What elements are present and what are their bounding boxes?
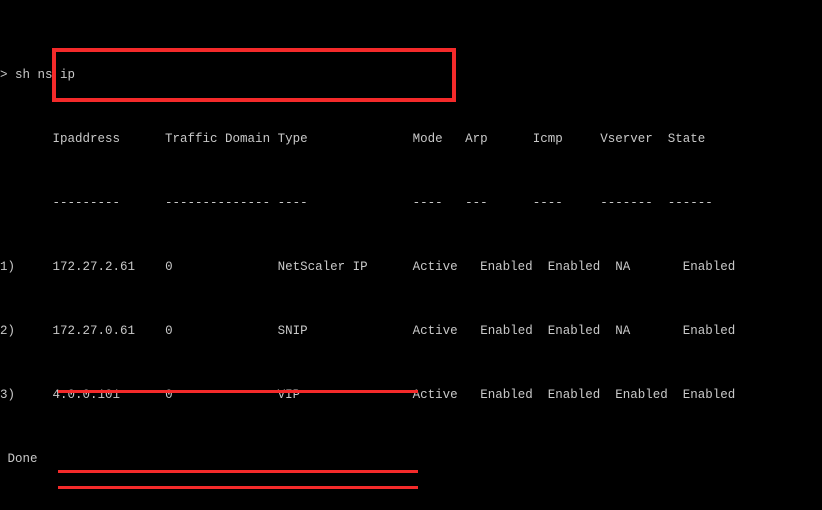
pad: [533, 260, 548, 274]
header-state: State: [667, 132, 706, 146]
pad: [533, 388, 548, 402]
rule-traffic-domain: --------------: [165, 196, 271, 210]
pad: [668, 388, 683, 402]
annotation-box-ns-ip-rows: [52, 48, 456, 102]
annotation-underline-route-7: [58, 486, 418, 489]
cell-ipaddress: 172.27.0.61: [52, 324, 136, 338]
terminal-window: > sh ns ip Ipaddress Traffic Domain Type…: [0, 0, 822, 510]
cell-arp: Enabled: [480, 388, 533, 402]
cell-arp: Enabled: [480, 324, 533, 338]
pad: [0, 452, 8, 466]
cell-state: Enabled: [682, 260, 736, 274]
pad: [443, 132, 466, 146]
ns-ip-header-row: Ipaddress Traffic Domain Type Mode Arp I…: [0, 131, 822, 147]
pad: [563, 196, 601, 210]
cell-arp: Enabled: [480, 260, 533, 274]
status-done: Done: [0, 451, 822, 467]
cell-icmp: Enabled: [547, 388, 601, 402]
cell-traffic-domain: 0: [165, 260, 173, 274]
pad: [443, 196, 466, 210]
pad: [135, 260, 165, 274]
pad: [270, 132, 278, 146]
pad: [653, 196, 668, 210]
header-mode: Mode: [412, 132, 443, 146]
cell-type: SNIP: [277, 324, 308, 338]
row-index: 2): [0, 324, 16, 338]
header-icmp: Icmp: [532, 132, 563, 146]
pad: [308, 324, 413, 338]
header-ipaddress: Ipaddress: [52, 132, 121, 146]
pad: [600, 324, 615, 338]
pad: [135, 324, 165, 338]
ns-ip-rule-row: --------- -------------- ---- ---- --- -…: [0, 195, 822, 211]
table-row: 2) 172.27.0.61 0 SNIP Active Enabled Ena…: [0, 323, 822, 339]
annotation-underline-route-1: [58, 390, 418, 393]
pad: [308, 196, 413, 210]
rule-state: ------: [667, 196, 713, 210]
cell-traffic-domain: 0: [165, 324, 173, 338]
cell-icmp: Enabled: [547, 260, 601, 274]
header-vserver: Vserver: [600, 132, 653, 146]
header-arp: Arp: [465, 132, 488, 146]
pad: [308, 132, 413, 146]
annotation-underline-route-6: [58, 470, 418, 473]
header-type: Type: [277, 132, 308, 146]
cell-icmp: Enabled: [547, 324, 601, 338]
row-index: 1): [0, 260, 16, 274]
pad: [15, 260, 53, 274]
pad: [630, 324, 683, 338]
row-index: 3): [0, 388, 16, 402]
cell-vserver: NA: [615, 260, 631, 274]
header-traffic-domain: Traffic Domain: [165, 132, 271, 146]
pad: [563, 132, 601, 146]
rule-type: ----: [277, 196, 308, 210]
table-row: 1) 172.27.2.61 0 NetScaler IP Active Ena…: [0, 259, 822, 275]
cell-state: Enabled: [682, 388, 736, 402]
pad: [653, 132, 668, 146]
rule-arp: ---: [465, 196, 488, 210]
pad: [600, 260, 615, 274]
pad: [173, 324, 278, 338]
pad: [173, 260, 278, 274]
pad: [630, 260, 683, 274]
rule-vserver: -------: [600, 196, 653, 210]
pad: [458, 388, 481, 402]
cell-vserver: Enabled: [615, 388, 668, 402]
cell-ipaddress: 172.27.2.61: [52, 260, 136, 274]
pad: [0, 132, 53, 146]
pad: [488, 196, 533, 210]
pad: [15, 324, 53, 338]
pad: [270, 196, 278, 210]
pad: [120, 196, 165, 210]
pad: [600, 388, 615, 402]
done-label: Done: [7, 452, 38, 466]
cell-vserver: NA: [615, 324, 631, 338]
cell-mode: Active: [412, 388, 458, 402]
pad: [458, 260, 481, 274]
pad: [15, 388, 53, 402]
cell-mode: Active: [412, 260, 458, 274]
pad: [533, 324, 548, 338]
rule-ipaddress: ---------: [52, 196, 121, 210]
rule-mode: ----: [412, 196, 443, 210]
pad: [120, 132, 165, 146]
cell-type: NetScaler IP: [277, 260, 368, 274]
pad: [488, 132, 533, 146]
pad: [458, 324, 481, 338]
pad: [0, 196, 53, 210]
cell-state: Enabled: [682, 324, 736, 338]
pad: [368, 260, 413, 274]
rule-icmp: ----: [532, 196, 563, 210]
cell-mode: Active: [412, 324, 458, 338]
